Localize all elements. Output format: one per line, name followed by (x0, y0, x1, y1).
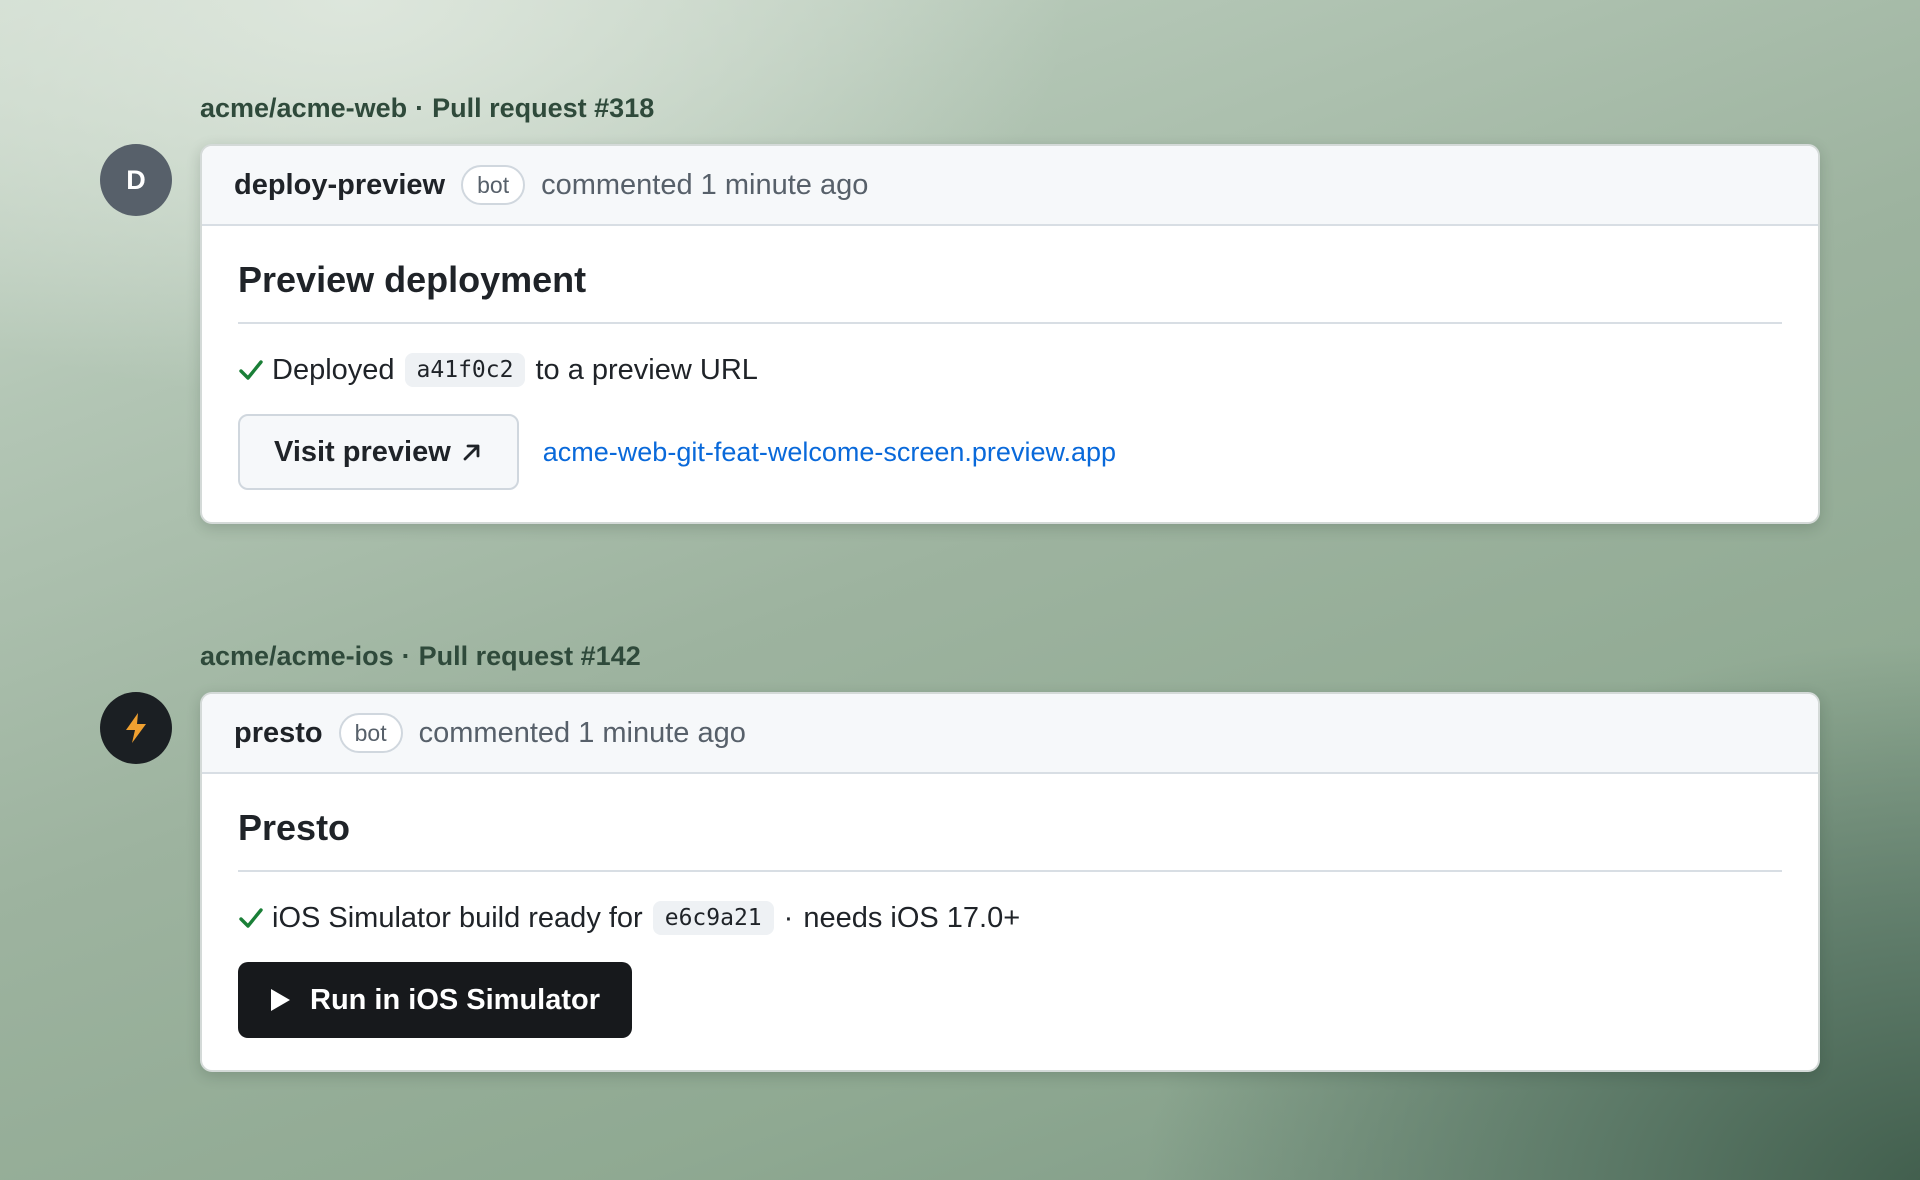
comment-actions: Visit preview acme-web-git-feat-welcome-… (238, 414, 1782, 490)
comment-body: Preview deployment Deployed a41f0c2 to a… (202, 226, 1818, 522)
status-text-before: iOS Simulator build ready for (272, 901, 643, 934)
repo-separator: · (415, 93, 425, 123)
comment-row: presto bot commented 1 minute ago Presto… (100, 692, 1820, 1072)
lightning-bolt-icon (126, 713, 146, 743)
build-status: iOS Simulator build ready for e6c9a21 · … (238, 898, 1782, 938)
comment-header: presto bot commented 1 minute ago (202, 694, 1818, 774)
pull-request-link[interactable]: Pull request #318 (432, 93, 654, 123)
commit-sha: e6c9a21 (652, 901, 774, 935)
status-text-after: to a preview URL (535, 353, 758, 386)
avatar[interactable] (100, 692, 172, 764)
comment-thread-acme-ios: acme/acme-ios · Pull request #142 presto b… (100, 636, 1820, 1072)
bot-badge: bot (461, 165, 526, 205)
run-simulator-label: Run in iOS Simulator (310, 983, 601, 1016)
comment-title: Preview deployment (238, 260, 1782, 324)
status-separator: · (783, 901, 794, 934)
comment-row: D deploy-preview bot commented 1 minute … (100, 144, 1820, 524)
visit-preview-label: Visit preview (274, 435, 451, 468)
check-icon (239, 360, 263, 380)
comment-card: deploy-preview bot commented 1 minute ag… (200, 144, 1820, 524)
repo-name[interactable]: acme/acme-ios (200, 641, 394, 671)
comment-header: deploy-preview bot commented 1 minute ag… (202, 146, 1818, 226)
avatar-letter: D (126, 164, 146, 195)
status-text-after: needs iOS 17.0+ (803, 901, 1021, 934)
comment-body: Presto iOS Simulator build ready for e6c… (202, 774, 1818, 1070)
avatar[interactable]: D (100, 144, 172, 216)
repo-separator: · (401, 641, 411, 671)
pull-request-link[interactable]: Pull request #142 (419, 641, 641, 671)
visit-preview-button[interactable]: Visit preview (238, 414, 519, 490)
comment-card: presto bot commented 1 minute ago Presto… (200, 692, 1820, 1072)
check-icon (239, 908, 263, 928)
play-icon (271, 989, 290, 1011)
repo-heading: acme/acme-web · Pull request #318 (200, 88, 1820, 128)
comment-timestamp[interactable]: commented 1 minute ago (541, 169, 868, 202)
comment-author[interactable]: deploy-preview (234, 169, 445, 202)
deploy-status: Deployed a41f0c2 to a preview URL (238, 350, 1782, 390)
arrow-up-right-icon (463, 444, 480, 461)
comment-author[interactable]: presto (234, 717, 323, 750)
run-in-ios-simulator-button[interactable]: Run in iOS Simulator (238, 962, 633, 1038)
comment-thread-acme-web: acme/acme-web · Pull request #318 D deploy… (100, 88, 1820, 524)
comment-title: Presto (238, 808, 1782, 872)
preview-url-link[interactable]: acme-web-git-feat-welcome-screen.preview… (543, 437, 1116, 468)
comment-actions: Run in iOS Simulator (238, 962, 1782, 1038)
repo-heading: acme/acme-ios · Pull request #142 (200, 636, 1820, 676)
status-text-before: Deployed (272, 353, 395, 386)
bot-badge: bot (338, 713, 403, 753)
comment-timestamp[interactable]: commented 1 minute ago (419, 717, 746, 750)
repo-name[interactable]: acme/acme-web (200, 93, 407, 123)
commit-sha: a41f0c2 (404, 353, 526, 387)
